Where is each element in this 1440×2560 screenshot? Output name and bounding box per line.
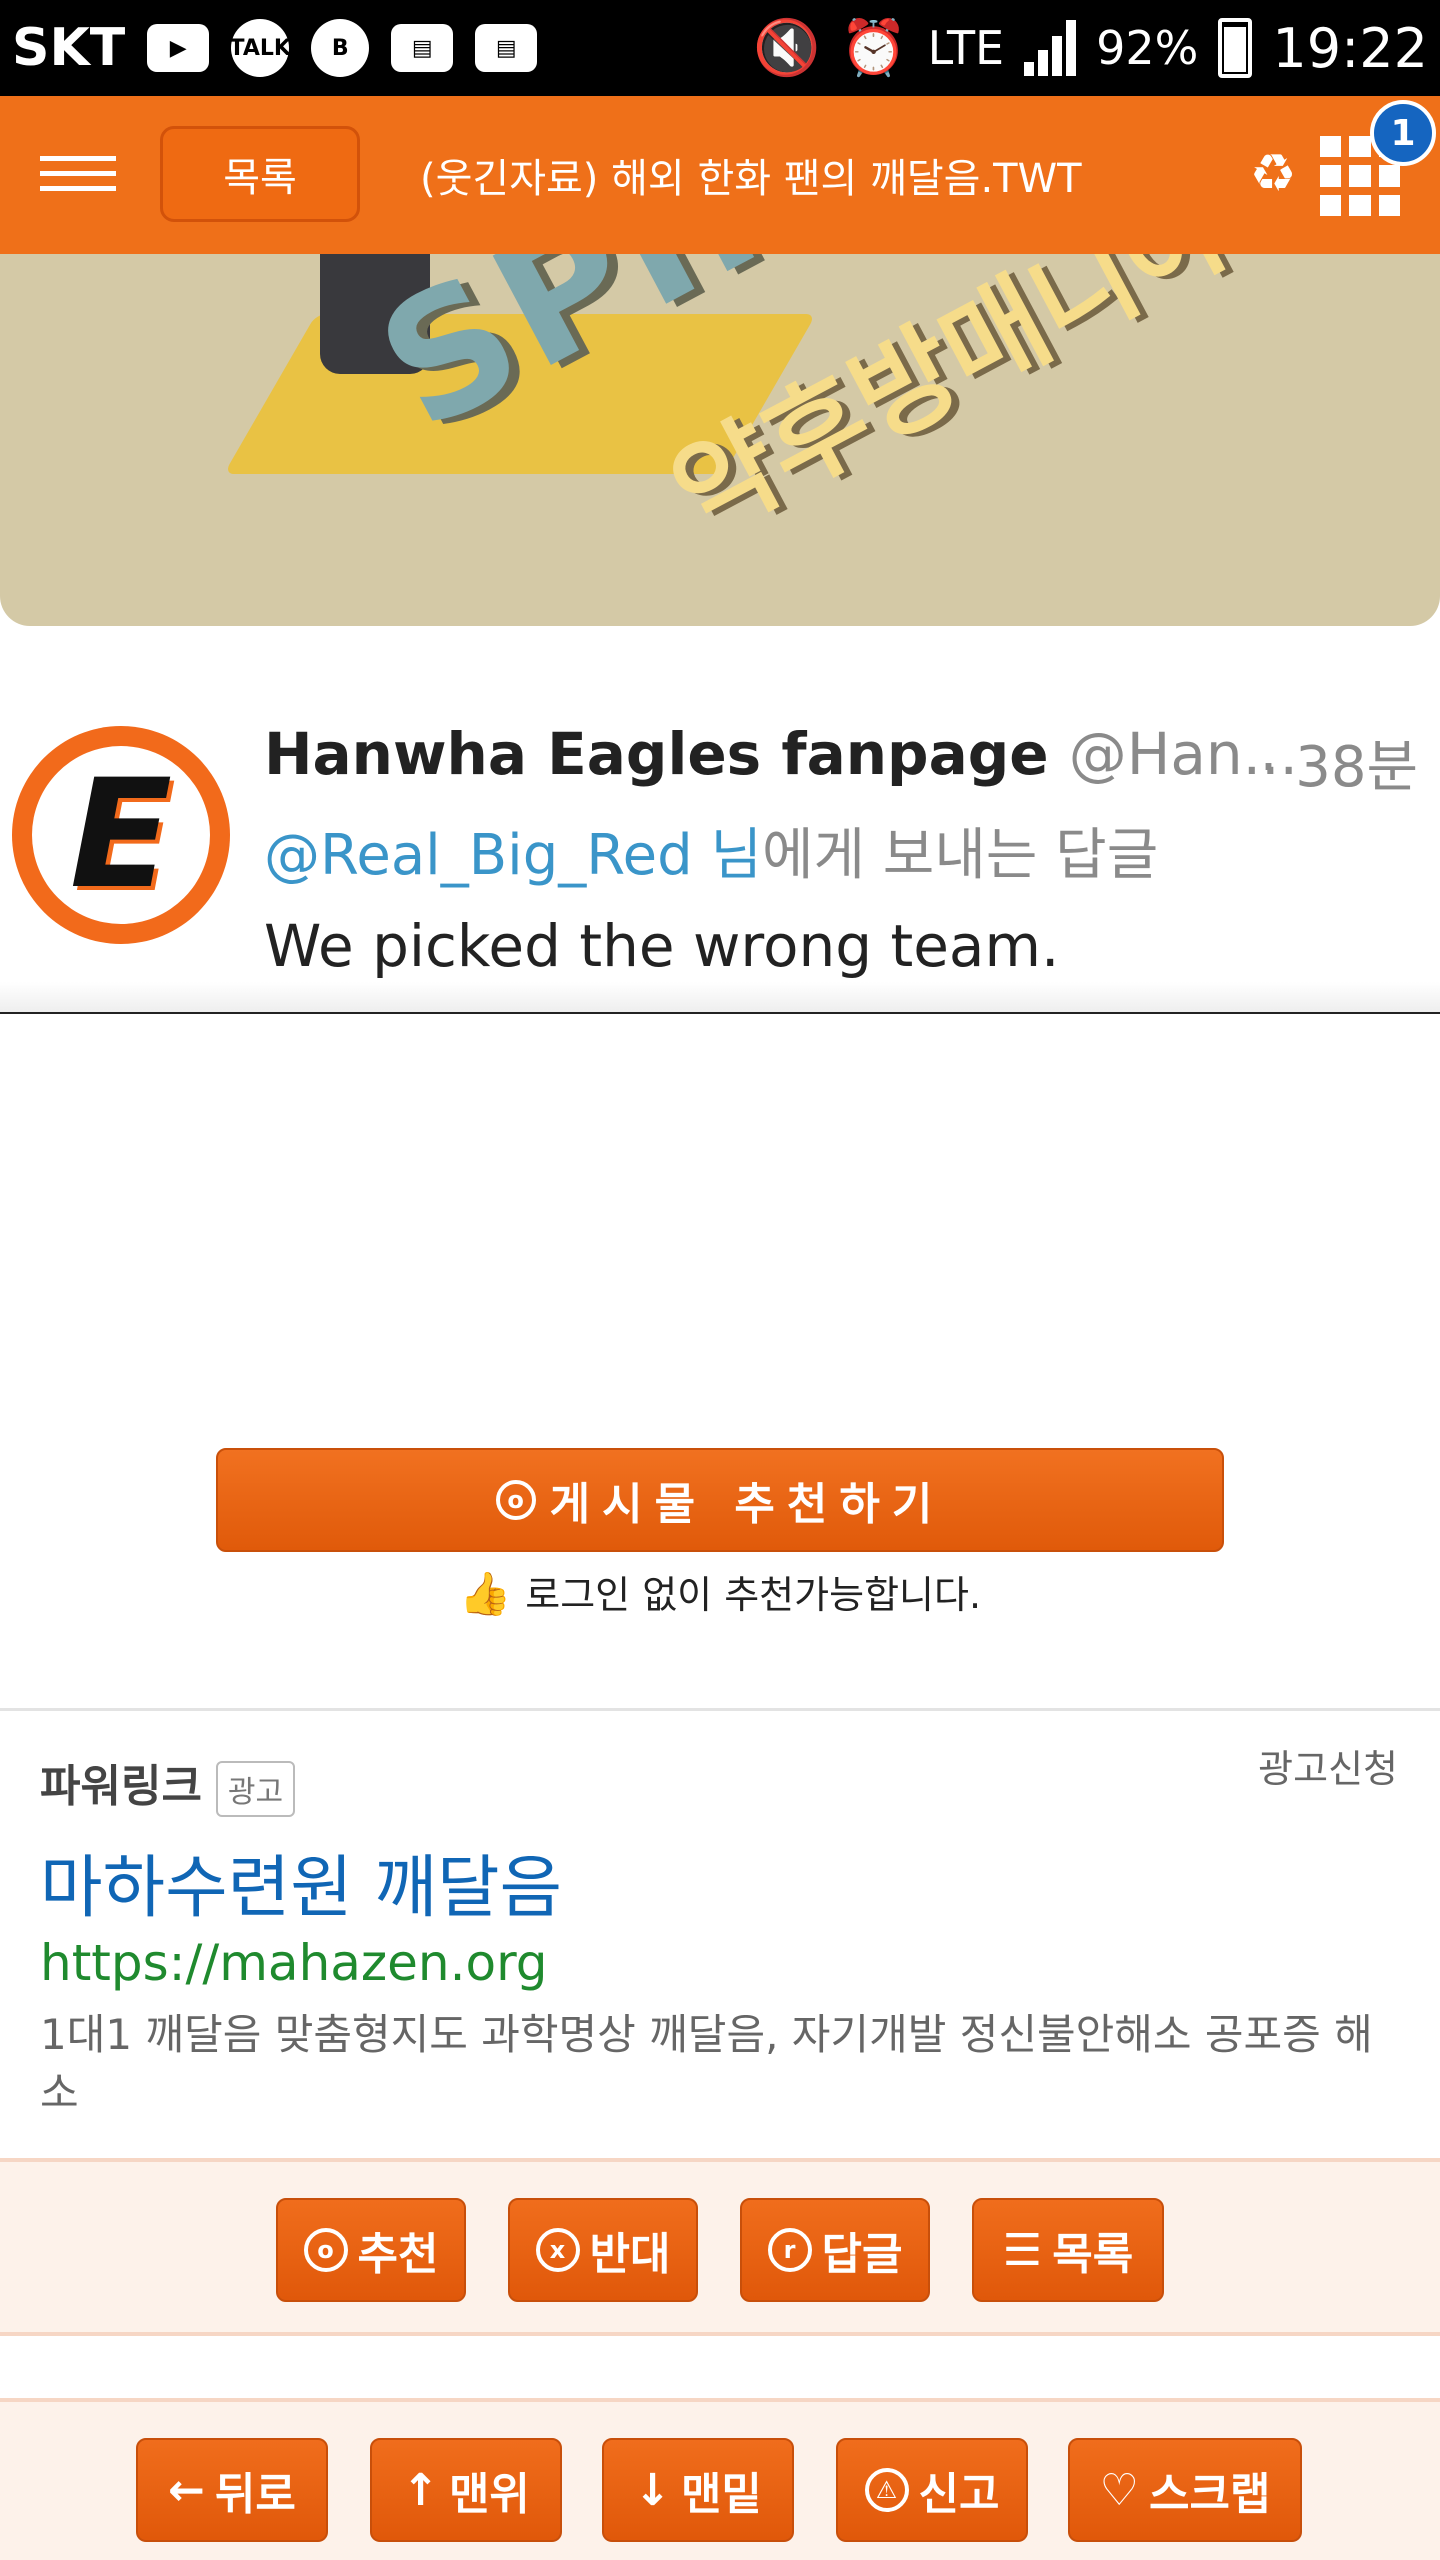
scroll-top-button[interactable]: ↑ 맨위 — [370, 2438, 562, 2542]
reply-button[interactable]: r 답글 — [740, 2198, 930, 2302]
network-label: LTE — [927, 21, 1005, 75]
arrow-left-icon: ← — [168, 2464, 205, 2516]
youtube-icon: ▶ — [147, 24, 210, 72]
tweet-author-name: Hanwha Eagles fanpage — [264, 720, 1049, 788]
back-button[interactable]: ← 뒤로 — [136, 2438, 328, 2542]
downvote-button[interactable]: x 반대 — [508, 2198, 698, 2302]
notification-badge: 1 — [1370, 100, 1436, 166]
recycle-icon[interactable]: ♻ — [1245, 146, 1301, 202]
ad-tag: 광고 — [215, 1761, 296, 1817]
back-label: 뒤로 — [214, 2469, 296, 2520]
tweet-author: Hanwha Eagles fanpage @Han... — [264, 720, 1298, 788]
powerlink-label: 파워링크 광고 — [40, 1750, 296, 1817]
scroll-bottom-label: 맨밑 — [680, 2469, 762, 2520]
recommend-note-text: 로그인 없이 추천가능합니다. — [525, 1573, 982, 1617]
upvote-button[interactable]: o 추천 — [276, 2198, 466, 2302]
reply-icon: r — [767, 2228, 812, 2272]
ad-apply-link[interactable]: 광고신청 — [1258, 1738, 1398, 1793]
alarm-icon: ⏰ — [840, 16, 908, 79]
post-image-banner: SPINO 약후방매니아 — [0, 254, 1440, 626]
ad-title-link[interactable]: 마하수련원 깨달음 — [40, 1832, 562, 1931]
list-bottom-label: 목록 — [1052, 2229, 1134, 2280]
recommend-post-button[interactable]: o 게시물 추천하기 — [216, 1448, 1224, 1552]
b-app-icon: B — [311, 19, 370, 77]
app-header: 목록 (웃긴자료) 해외 한화 팬의 깨달음.TWT ♻ 1 — [0, 96, 1440, 254]
heart-icon: ♡ — [1099, 2464, 1139, 2516]
powerlink-text: 파워링크 — [40, 1761, 202, 1812]
scroll-bottom-button[interactable]: ↓ 맨밑 — [602, 2438, 794, 2542]
divider — [0, 1708, 1440, 1711]
reply-mention: @Real_Big_Red 님 — [264, 823, 762, 888]
mute-icon: 🔇 — [753, 16, 821, 79]
ad-url[interactable]: https://mahazen.org — [40, 1934, 548, 1992]
bottom-nav: ← 뒤로 ↑ 맨위 ↓ 맨밑 ⚠ 신고 ♡ 스크랩 — [0, 2398, 1440, 2560]
post-actions-bar: o 추천 x 반대 r 답글 ☰ 목록 — [0, 2158, 1440, 2336]
reply-label: 답글 — [821, 2229, 903, 2280]
list-bottom-button[interactable]: ☰ 목록 — [972, 2198, 1164, 2302]
carrier-label: SKT — [12, 18, 126, 78]
status-bar: SKT ▶ TALK B ▤ ▤ 🔇 ⏰ LTE 92% 19:22 — [0, 0, 1440, 96]
recommend-circle-icon: o — [495, 1480, 536, 1520]
scroll-top-label: 맨위 — [448, 2469, 530, 2520]
recommend-post-label: 게시물 추천하기 — [549, 1479, 945, 1530]
scrap-label: 스크랩 — [1149, 2469, 1271, 2520]
arrow-up-icon: ↑ — [402, 2464, 439, 2516]
list-button[interactable]: 목록 — [160, 126, 360, 222]
downvote-label: 반대 — [589, 2229, 671, 2280]
tweet-card: E Hanwha Eagles fanpage @Han... · 38분 @R… — [0, 630, 1440, 1014]
upvote-icon: o — [303, 2228, 348, 2272]
scrap-button[interactable]: ♡ 스크랩 — [1068, 2438, 1302, 2542]
clock: 19:22 — [1272, 16, 1428, 80]
ad-description: 1대1 깨달음 맞춤형지도 과학명상 깨달음, 자기개발 정신불안해소 공포증 … — [40, 2010, 1373, 2117]
report-icon: ⚠ — [864, 2468, 909, 2512]
tweet-reply-to: @Real_Big_Red 님에게 보내는 답글 — [264, 810, 1158, 891]
tweet-body: We picked the wrong team. — [264, 912, 1060, 980]
list-icon: ☰ — [1002, 2224, 1043, 2276]
truck-icon: ▤ — [391, 24, 454, 72]
recommend-note: 👍 로그인 없이 추천가능합니다. — [0, 1564, 1440, 1619]
thumbs-up-icon: 👍 — [458, 1569, 512, 1618]
menu-icon[interactable] — [40, 156, 116, 196]
report-label: 신고 — [918, 2469, 1000, 2520]
battery-percent: 92% — [1096, 21, 1199, 75]
tweet-time: · 38분 — [1259, 735, 1418, 800]
report-button[interactable]: ⚠ 신고 — [836, 2438, 1028, 2542]
eagles-logo-avatar: E — [12, 726, 230, 944]
kakaotalk-icon: TALK — [230, 19, 291, 77]
upvote-label: 추천 — [357, 2229, 439, 2280]
truck-icon-2: ▤ — [475, 24, 538, 72]
signal-icon — [1024, 20, 1077, 76]
arrow-down-icon: ↓ — [634, 2464, 671, 2516]
reply-suffix: 에게 보내는 답글 — [761, 823, 1159, 888]
avatar-letter: E — [69, 748, 173, 922]
battery-icon — [1218, 18, 1253, 78]
downvote-icon: x — [535, 2228, 580, 2272]
page-title: (웃긴자료) 해외 한화 팬의 깨달음.TWT — [420, 156, 1082, 202]
